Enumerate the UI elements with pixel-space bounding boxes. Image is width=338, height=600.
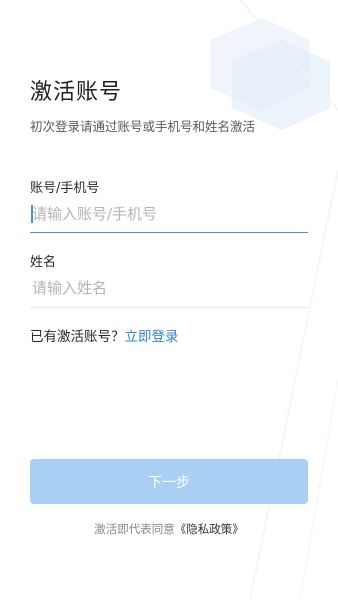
next-step-button[interactable]: 下一步 [30, 459, 308, 504]
name-input[interactable] [30, 271, 308, 305]
page-subtitle: 初次登录请通过账号或手机号和姓名激活 [30, 119, 256, 134]
page-title: 激活账号 [30, 80, 123, 105]
login-prompt-text: 已有激活账号？ [30, 329, 125, 345]
name-field-label: 姓名 [30, 255, 57, 270]
login-prompt: 已有激活账号？立即登录 [30, 325, 179, 345]
agreement-prefix: 激活即代表同意 [94, 522, 175, 536]
account-field-label: 账号/手机号 [30, 181, 100, 196]
login-now-link[interactable]: 立即登录 [125, 329, 179, 345]
text-caret [31, 205, 33, 223]
privacy-policy-link[interactable]: 《隐私政策》 [175, 522, 244, 536]
account-input-underline [30, 232, 308, 233]
name-input-underline [30, 307, 308, 308]
agreement-text: 激活即代表同意《隐私政策》 [0, 521, 338, 537]
account-input[interactable] [30, 197, 308, 231]
